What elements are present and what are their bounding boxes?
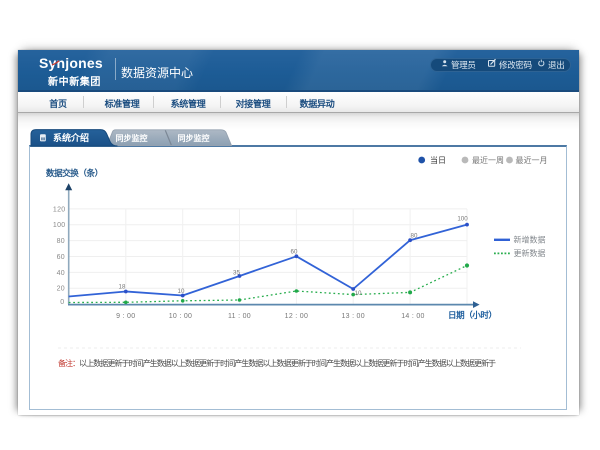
svg-text:13 : 00: 13 : 00: [341, 313, 365, 320]
svg-text:更新数据: 更新数据: [514, 248, 546, 258]
svg-text:14 : 00: 14 : 00: [401, 313, 425, 320]
svg-text:60: 60: [57, 254, 65, 261]
svg-text:12 : 00: 12 : 00: [285, 313, 309, 320]
svg-text:0: 0: [60, 299, 64, 306]
svg-text:新增数据: 新增数据: [514, 235, 546, 245]
svg-text:同步监控: 同步监控: [178, 133, 210, 143]
svg-text:100: 100: [53, 222, 66, 229]
svg-text:80: 80: [411, 233, 418, 240]
svg-text:80: 80: [57, 238, 65, 245]
svg-text:35: 35: [233, 270, 240, 277]
svg-text:当日: 当日: [430, 155, 446, 165]
svg-text:18: 18: [119, 284, 126, 291]
svg-text:10 : 00: 10 : 00: [169, 313, 193, 320]
svg-text:同步监控: 同步监控: [116, 133, 148, 143]
svg-text:数据交换（条）: 数据交换（条）: [46, 168, 103, 178]
svg-text:日期（小时）: 日期（小时）: [448, 310, 497, 320]
svg-text:60: 60: [291, 249, 298, 256]
svg-text:最近一月: 最近一月: [516, 155, 548, 165]
svg-text:10: 10: [178, 288, 185, 295]
svg-text:40: 40: [57, 270, 65, 277]
svg-text:9 : 00: 9 : 00: [116, 313, 135, 320]
svg-text:系统介绍: 系统介绍: [53, 132, 89, 143]
svg-text:10: 10: [355, 290, 362, 297]
svg-text:11 : 00: 11 : 00: [228, 313, 251, 320]
svg-text:20: 20: [57, 286, 65, 293]
svg-text:120: 120: [53, 206, 66, 213]
svg-text:100: 100: [457, 216, 468, 223]
svg-text:最近一周: 最近一周: [472, 155, 504, 165]
